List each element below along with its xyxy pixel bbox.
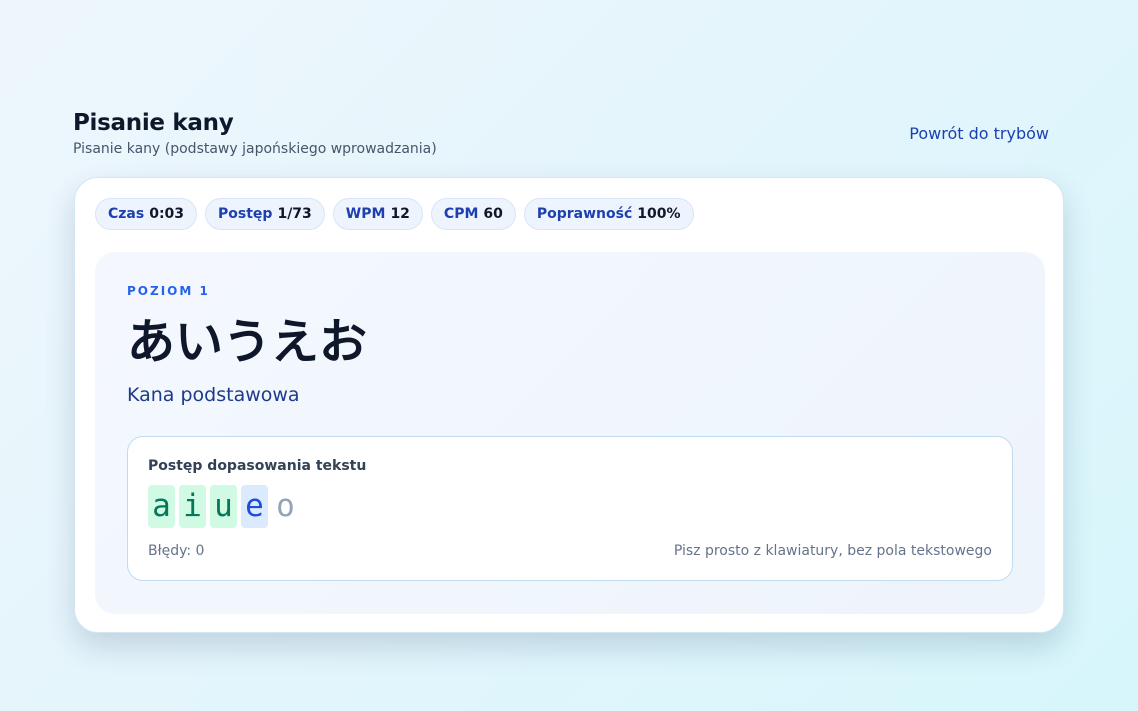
stat-progress: Postęp 1/73: [205, 198, 325, 230]
romaji-char-done: u: [210, 485, 237, 528]
stat-cpm-label: CPM: [443, 206, 479, 222]
page-header: Pisanie kany Pisanie kany (podstawy japo…: [73, 110, 1063, 160]
stat-cpm-value: 60: [483, 206, 503, 222]
kana-description: Kana podstawowa: [127, 384, 300, 406]
stat-time-label: Czas: [108, 206, 145, 222]
progress-title: Postęp dopasowania tekstu: [148, 458, 367, 474]
kana-prompt: あいうえお: [127, 314, 368, 370]
level-panel: POZIOM 1 あいうえお Kana podstawowa Postęp do…: [95, 252, 1045, 614]
stat-wpm-label: WPM: [345, 206, 386, 222]
romaji-characters: a i u e o: [148, 485, 299, 528]
level-label: POZIOM 1: [127, 284, 210, 298]
stat-cpm: CPM 60: [430, 198, 516, 230]
stat-wpm-value: 12: [390, 206, 410, 222]
stats-bar: Czas 0:03 Postęp 1/73 WPM 12 CPM 60 Popr…: [95, 198, 694, 230]
stat-time: Czas 0:03: [95, 198, 198, 230]
romaji-char-pending: o: [276, 488, 295, 524]
page-subtitle: Pisanie kany (podstawy japońskiego wprow…: [73, 141, 437, 157]
text-match-progress: Postęp dopasowania tekstu a i u e o Błęd…: [127, 436, 1013, 581]
typing-hint: Pisz prosto z klawiatury, bez pola tekst…: [673, 543, 992, 559]
stat-accuracy-label: Poprawność: [536, 206, 633, 222]
stat-time-value: 0:03: [149, 206, 185, 222]
romaji-char-done: i: [179, 485, 206, 528]
error-count: Błędy: 0: [148, 543, 205, 559]
stat-accuracy-value: 100%: [637, 206, 681, 222]
romaji-char-current: e: [241, 485, 268, 528]
back-to-modes-link[interactable]: Powrót do trybów: [909, 124, 1049, 143]
page-title: Pisanie kany: [73, 110, 234, 136]
stat-progress-label: Postęp: [218, 206, 273, 222]
stat-progress-value: 1/73: [277, 206, 312, 222]
stat-accuracy: Poprawność 100%: [523, 198, 694, 230]
stat-wpm: WPM 12: [332, 198, 423, 230]
typing-card: Czas 0:03 Postęp 1/73 WPM 12 CPM 60 Popr…: [74, 177, 1064, 633]
romaji-char-done: a: [148, 485, 175, 528]
